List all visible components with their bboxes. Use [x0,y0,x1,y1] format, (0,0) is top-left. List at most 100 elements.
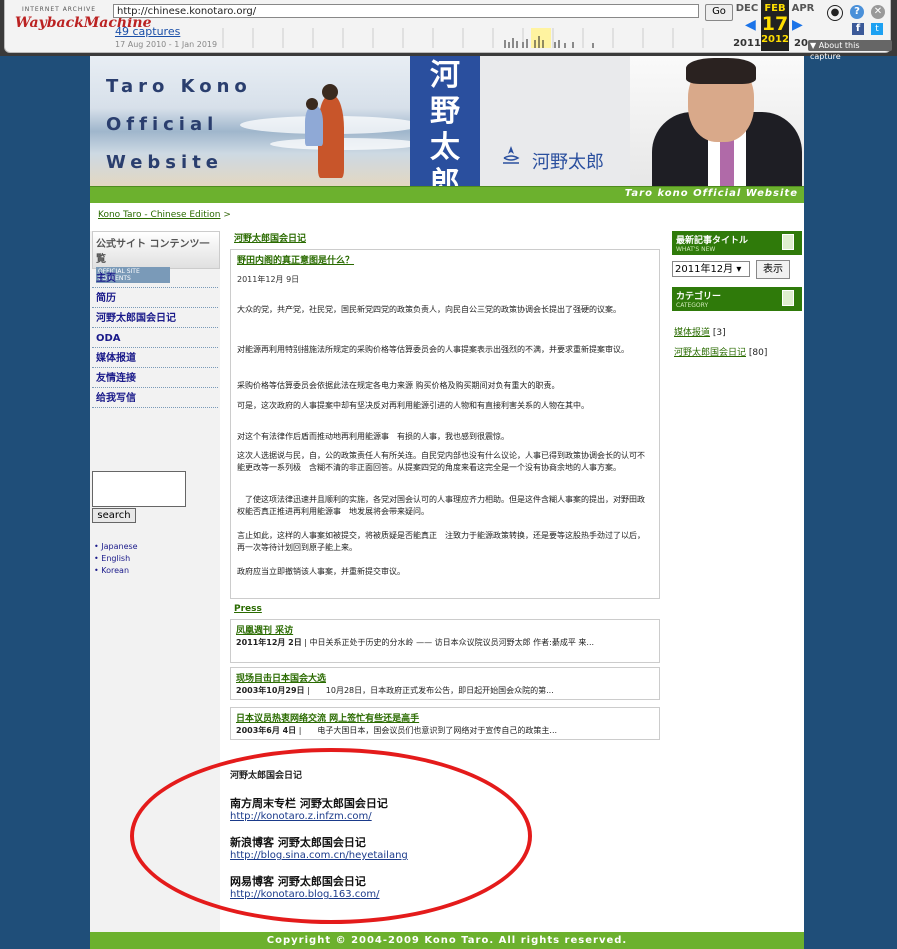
current-day: 17 [761,13,789,35]
sidebar-heading-text: 公式サイト コンテンツ一覧 [96,239,210,265]
page-container: Taro Kono Official Website 河野太郎 河野太郎 Tar… [90,56,804,949]
left-sidebar: 公式サイト コンテンツ一覧 OFFICIAL SITE CONTENTS 主页 … [90,231,220,949]
prev-year: 2011 [733,38,761,49]
article-paragraph: 对能源再利用特别措施法所规定的采购价格等估算委员会的人事提案表示出强烈的不满，并… [237,345,629,354]
banner-name-glyph: 郎 [430,166,460,186]
sidebar-item-media[interactable]: 媒体报道 [92,349,218,368]
about-capture-button[interactable]: ▼ About this capture [808,40,892,61]
diary-link-title: 南方周末专栏 河野太郎国会日记 [230,797,388,810]
banner-vertical-name: 河野太郎 [410,56,480,186]
press-section-title[interactable]: Press [234,604,262,614]
sidebar-item-oda[interactable]: ODA [92,329,218,348]
diary-link-url[interactable]: http://konotaro.z.infzm.com/ [230,811,660,822]
help-icon[interactable]: ? [850,5,864,19]
wayback-toolbar: INTERNET ARCHIVE WaybackMachine http://c… [0,0,897,61]
diary-link-url[interactable]: http://konotaro.blog.163.com/ [230,889,660,900]
category-item: 媒体报道 [3] [674,325,726,338]
press-item-title[interactable]: 现场目击日本国会大选 [231,668,659,684]
next-month: APR [791,3,815,14]
account-icon[interactable]: ● [827,5,843,21]
article-paragraph: 大众的党，共产党，社民党，国民新党四党的政策负责人，向民自公三党的政策协调会长提… [237,305,621,314]
article-paragraph: 可是，这次政府的人事提案中却有坚决反对再利用能源引进的人物和有直接利害关系的人物… [237,401,589,410]
press-item: 凤凰週刊 采访 2011年12月 2日 | 中日关系正处于历史的分水岭 —— 访… [230,619,660,663]
breadcrumb-link[interactable]: Kono Taro - Chinese Edition [98,210,221,220]
current-capture-date: FEB 17 2012 [761,0,789,51]
diary-link-url[interactable]: http://blog.sina.com.cn/heyetailang [230,850,660,861]
prev-month: DEC [735,3,759,14]
diary-links: 河野太郎国会日记 南方周末专栏 河野太郎国会日记 http://konotaro… [230,768,660,900]
press-item-date: 2003年6月 4日 [236,726,297,735]
twitter-icon[interactable]: t [871,23,883,35]
banner-title-line: Website [106,152,224,173]
press-item-snippet: | 10月28日，日本政府正式发布公告，即日起开始国会众院的第... [307,686,554,695]
facebook-icon[interactable]: f [852,23,864,35]
category-count: [3] [710,328,726,338]
banner-title-line: Official [106,114,219,135]
sidebar-item-links[interactable]: 友情连接 [92,369,218,388]
emblem-icon [503,146,520,164]
article-paragraph: 言止如此，这样的人事案如被提交，将被质疑是否能真正 注致力于能源政策转换，还是要… [237,531,645,552]
category-link[interactable]: 河野太郎国会日记 [674,348,746,358]
next-capture-arrow-icon[interactable]: ▶ [792,17,803,33]
press-item-date: 2011年12月 2日 [236,638,302,647]
month-select[interactable]: 2011年12月 ▾ [672,261,750,277]
search-input[interactable] [92,471,186,507]
document-icon [782,290,794,306]
article-paragraph: 对这个有法律作后盾而推动地再利用能源事 有损的人事，我也感到很震惊。 [237,432,509,441]
wayback-url-input[interactable]: http://chinese.konotaro.org/ [113,4,699,18]
capture-timeline[interactable] [213,22,733,48]
sidebar-item-diary[interactable]: 河野太郎国会日记 [92,309,218,328]
wayback-logo-line2: WaybackMachine [15,15,152,31]
captures-link[interactable]: 49 captures [115,25,180,38]
press-item: 日本议员热衷网络交流 网上签忙有些还是高手 2003年6月 4日 | 电子大国日… [230,707,660,740]
press-item: 现场目击日本国会大选 2003年10月29日 | 10月28日，日本政府正式发布… [230,667,660,700]
section-title[interactable]: 河野太郎国会日记 [234,231,306,244]
wayback-logo-line1: INTERNET ARCHIVE [21,6,97,13]
sidebar-item-contact[interactable]: 给我写信 [92,389,218,408]
banner-signature: 河野太郎 [532,152,604,173]
sidebar-item-resume[interactable]: 简历 [92,289,218,308]
sidebar-item-home[interactable]: 主页 [92,269,218,288]
current-year: 2012 [761,34,789,45]
lang-link-english[interactable]: • English [94,554,130,563]
header-banner: Taro Kono Official Website 河野太郎 河野太郎 [90,56,804,186]
banner-name-glyph: 河 [430,58,460,93]
press-item-title[interactable]: 凤凰週刊 采访 [231,620,659,636]
breadcrumb-separator: > [223,210,231,220]
diary-link-title: 网易博客 河野太郎国会日记 [230,875,366,888]
banner-name-glyph: 太 [430,130,460,165]
press-item-title[interactable]: 日本议员热衷网络交流 网上签忙有些还是高手 [231,708,659,724]
wayback-panel: INTERNET ARCHIVE WaybackMachine http://c… [4,0,892,61]
banner-signature-area: 河野太郎 [480,56,804,186]
article: 野田内阁的真正意图是什么？ 2011年12月 9日 大众的党，共产党，社民党，国… [230,249,660,599]
footer-copyright: Copyright © 2004-2009 Kono Taro. All rig… [90,932,804,949]
category-heading: カテゴリー CATEGORY [672,287,802,311]
tagline-bar: Taro kono Official Website [90,186,804,203]
close-icon[interactable]: ✕ [871,5,885,19]
document-icon [782,234,794,250]
article-title[interactable]: 野田内阁的真正意图是什么？ [237,253,354,266]
press-item-snippet: | 电子大国日本，国会议员们也意识到了网络对于宣传自己的政策主... [298,726,558,735]
article-paragraph: 这次人选据说与民，自，公的政策责任人有所关连。自民党内部也没有什么议论，人事已得… [237,451,645,472]
show-button[interactable]: 表示 [756,260,790,279]
article-paragraph: 政府应当立即撤销该人事案，并重新提交审议。 [237,567,405,576]
banner-title: Taro Kono Official Website [106,68,252,182]
category-count: [80] [746,348,768,358]
category-item: 河野太郎国会日记 [80] [674,345,767,358]
lang-link-korean[interactable]: • Korean [94,566,129,575]
search-button[interactable]: search [92,508,136,523]
recent-posts-heading: 最新記事タイトル WHAT'S NEW [672,231,802,255]
article-paragraph: 了使这项法律迅速并且顺利的实施，各党对国会认可的人事理应齐力相助。但是这件含糊人… [237,495,645,516]
breadcrumb: Kono Taro - Chinese Edition > [98,210,231,220]
category-link[interactable]: 媒体报道 [674,328,710,338]
article-date: 2011年12月 9日 [237,275,300,284]
wayback-logo[interactable]: INTERNET ARCHIVE WaybackMachine [15,6,152,40]
banner-beach-photo: Taro Kono Official Website [90,56,420,186]
lang-link-japanese[interactable]: • Japanese [94,542,138,551]
prev-capture-arrow-icon[interactable]: ◀ [745,17,756,33]
article-paragraph: 采购价格等估算委员会依据此法在规定各电力来源 购买价格及购买期间对负有重大的职责… [237,381,560,390]
press-item-date: 2003年10月29日 [236,686,305,695]
sidebar-heading: 公式サイト コンテンツ一覧 OFFICIAL SITE CONTENTS [92,231,220,283]
diary-heading: 河野太郎国会日记 [230,771,303,781]
wayback-go-button[interactable]: Go [705,4,733,21]
